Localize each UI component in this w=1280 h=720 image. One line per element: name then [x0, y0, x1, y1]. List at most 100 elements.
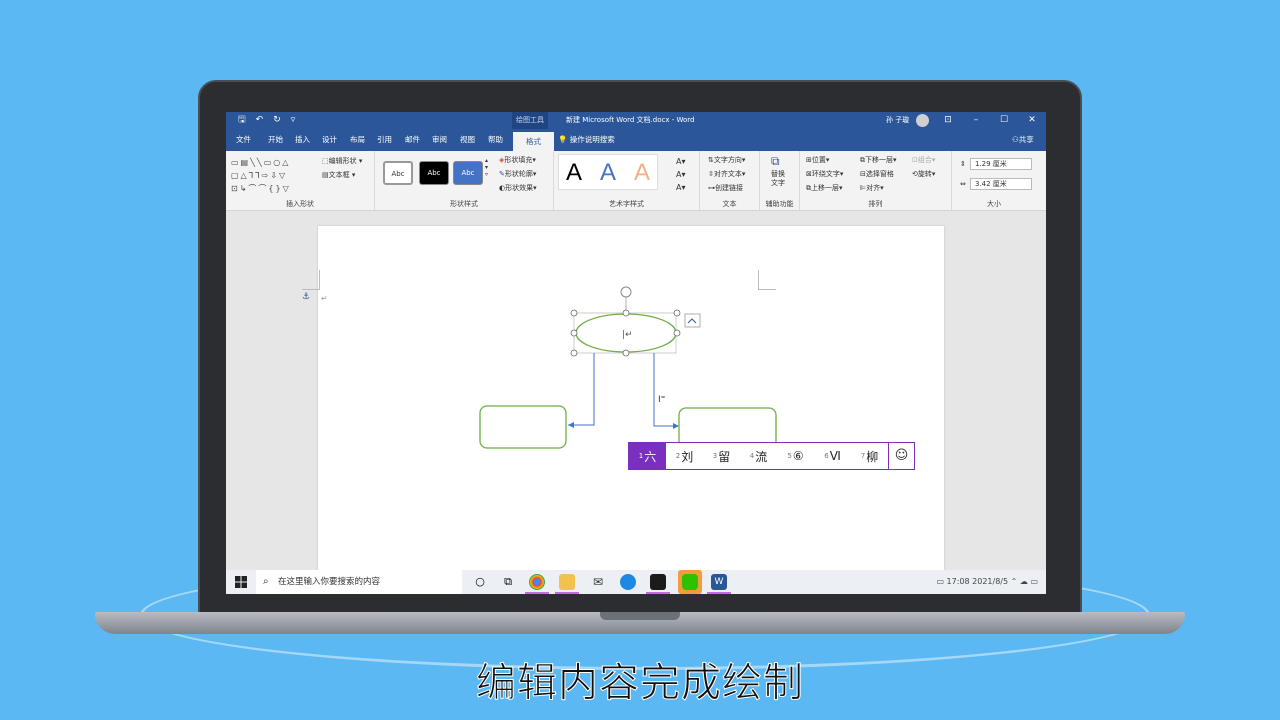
task-view-icon[interactable]: ⧉ [500, 574, 516, 590]
bring-forward-button[interactable]: ⧉上移一层▾ [806, 183, 843, 193]
onedrive-icon[interactable]: ☁ [1020, 577, 1028, 586]
ime-candidate-3[interactable]: 3留 [703, 443, 740, 469]
ime-candidate-6[interactable]: 6Ⅵ [814, 443, 851, 469]
shape-gallery[interactable]: ▭▤╲╲▭○△ ▢△⅂⅂⇨⇩▽ ⊡↳⌒⌒{}▽ [231, 156, 317, 195]
redo-icon[interactable]: ↻ [273, 115, 281, 125]
edit-shape-button[interactable]: ⬚编辑形状 ▾ [322, 156, 362, 166]
document-title: 新建 Microsoft Word 文档.docx - Word [566, 116, 695, 124]
wordart-orange[interactable]: A [634, 159, 650, 187]
group-wordart-styles: A A A A▾ A▾ A▾ 艺术字样式 [554, 151, 700, 211]
text-box-button[interactable]: ▤文本框 ▾ [322, 170, 355, 180]
text-fill-outline-effects[interactable]: A▾ A▾ A▾ [676, 155, 686, 194]
tab-review[interactable]: 审阅 [432, 129, 447, 151]
avatar[interactable] [916, 114, 929, 127]
windows-start-icon[interactable] [235, 576, 247, 588]
shape-effects-button[interactable]: ◐形状效果▾ [499, 183, 537, 193]
shape-fill-button[interactable]: ◈形状填充▾ [499, 155, 536, 165]
tab-layout[interactable]: 布局 [350, 129, 365, 151]
chrome-icon[interactable] [529, 574, 545, 590]
shape-width-input[interactable]: 3.42 厘米 [970, 178, 1032, 190]
layout-options-icon[interactable] [684, 313, 701, 328]
close-icon[interactable]: ✕ [1018, 112, 1046, 128]
tell-me-search[interactable]: 💡 操作说明搜索 [558, 129, 615, 151]
word-icon[interactable]: W [711, 574, 727, 590]
tab-references[interactable]: 引用 [377, 129, 392, 151]
shape-fill-label: 形状填充 [504, 156, 533, 164]
ime-candidate-2[interactable]: 2刘 [666, 443, 703, 469]
taskbar-date[interactable]: 2021/8/5 [972, 577, 1008, 586]
network-icon[interactable]: ▭ [1030, 577, 1038, 586]
mail-icon[interactable]: ✉ [590, 574, 606, 590]
style-swatch-black[interactable]: Abc [419, 161, 449, 185]
style-swatch-white[interactable]: Abc [383, 161, 413, 185]
user-name[interactable]: 孙 子璇 [886, 112, 909, 129]
style-gallery-scroll[interactable]: ▴ ▾ ▿ [485, 157, 488, 178]
cortana-icon[interactable]: ○ [472, 574, 488, 590]
connector-right[interactable] [653, 353, 678, 427]
emoji-icon[interactable]: ☺ [888, 443, 914, 469]
group-shape-styles: Abc Abc Abc ▴ ▾ ▿ ◈形状填充▾ ✎形状轮廓▾ ◐形状效果▾ 形状样… [375, 151, 554, 211]
battery-icon[interactable]: ▭ [936, 577, 944, 586]
candidate-text: 刘 [681, 449, 694, 464]
wechat-icon[interactable] [682, 574, 698, 590]
tab-help[interactable]: 帮助 [488, 129, 503, 151]
text-box-label: 文本框 [328, 171, 350, 179]
ime-candidate-1[interactable]: 1六 [629, 443, 666, 469]
candidate-text: 留 [718, 449, 731, 464]
alt-text-label-2[interactable]: 文字 [771, 178, 785, 188]
taskbar-time[interactable]: 17:08 [947, 577, 970, 586]
wordart-black[interactable]: A [566, 159, 582, 187]
rotate-handle[interactable] [620, 286, 632, 298]
chevron-up-icon[interactable]: ⌃ [1011, 577, 1018, 586]
undo-icon[interactable]: ↶ [256, 115, 264, 125]
customize-qat-icon[interactable]: ▿ [291, 115, 296, 125]
text-direction-button[interactable]: ⇅文字方向▾ [708, 155, 745, 165]
video-editor-icon[interactable] [650, 574, 666, 590]
wrap-text-button[interactable]: ⊠环绕文字▾ [806, 169, 843, 179]
selection-pane-button[interactable]: ⊟选择窗格 [860, 169, 894, 179]
taskbar-search-box[interactable]: ⌕ 在这里输入你要搜索的内容 [256, 570, 462, 594]
position-button[interactable]: ⊞位置▾ [806, 155, 829, 165]
file-explorer-icon[interactable] [559, 574, 575, 590]
clock-app-icon[interactable] [620, 574, 636, 590]
group-button[interactable]: ⊡组合▾ [912, 155, 935, 165]
tell-me-label: 操作说明搜索 [569, 135, 615, 144]
tab-home[interactable]: 开始 [268, 129, 283, 151]
alt-text-icon[interactable]: ⧉ [771, 154, 780, 168]
share-button[interactable]: ⚇共享 [1012, 129, 1034, 151]
search-placeholder: 在这里输入你要搜索的内容 [278, 577, 381, 587]
maximize-icon[interactable]: ☐ [990, 112, 1018, 128]
group-label: 排列 [868, 200, 883, 208]
group-label: 形状样式 [450, 200, 478, 208]
create-link-button[interactable]: ⊶创建链接 [708, 183, 743, 193]
tab-design[interactable]: 设计 [322, 129, 337, 151]
connector-left[interactable] [568, 353, 595, 426]
shape-outline-button[interactable]: ✎形状轮廓▾ [499, 169, 536, 179]
align-text-button[interactable]: ⇳对齐文本▾ [708, 169, 745, 179]
system-tray: ▭ 17:08 2021/8/5 ⌃ ☁ ▭ [936, 570, 1038, 594]
tab-mailings[interactable]: 邮件 [405, 129, 420, 151]
shape-height-input[interactable]: 1.29 厘米 [970, 158, 1032, 170]
shape-outline-label: 形状轮廓 [504, 170, 533, 178]
send-backward-button[interactable]: ⧉下移一层▾ [860, 155, 897, 165]
tab-insert[interactable]: 插入 [295, 129, 310, 151]
rotate-label: 旋转 [917, 170, 932, 178]
ribbon-display-icon[interactable]: ⊡ [934, 112, 962, 128]
save-icon[interactable]: 🖫 [238, 115, 246, 125]
tab-view[interactable]: 视图 [460, 129, 475, 151]
candidate-text: 六 [644, 449, 657, 464]
rotate-button[interactable]: ⟲旋转▾ [912, 169, 935, 179]
ime-candidate-5[interactable]: 5⑥ [777, 443, 814, 469]
minimize-icon[interactable]: – [962, 112, 990, 128]
rounded-box-left[interactable] [479, 405, 567, 449]
align-button[interactable]: ⊫对齐▾ [860, 183, 884, 193]
tab-file[interactable]: 文件 [236, 129, 251, 151]
window-controls: ⊡ – ☐ ✕ [934, 112, 1046, 128]
ime-candidate-7[interactable]: 7柳 [851, 443, 888, 469]
document-area: ⚓ ↵ |↵ I⁼ 1 六 2 刘 3 留 4 流 5 ⑥ 6 Ⅵ 7 柳 ☺ [226, 212, 1046, 570]
tab-format[interactable]: 格式 [513, 132, 554, 151]
group-insert-shapes: ▭▤╲╲▭○△ ▢△⅂⅂⇨⇩▽ ⊡↳⌒⌒{}▽ ⬚编辑形状 ▾ ▤文本框 ▾ 插入形… [226, 151, 375, 211]
wordart-blue[interactable]: A [600, 159, 616, 187]
ime-candidate-4[interactable]: 4流 [740, 443, 777, 469]
style-swatch-blue[interactable]: Abc [453, 161, 483, 185]
